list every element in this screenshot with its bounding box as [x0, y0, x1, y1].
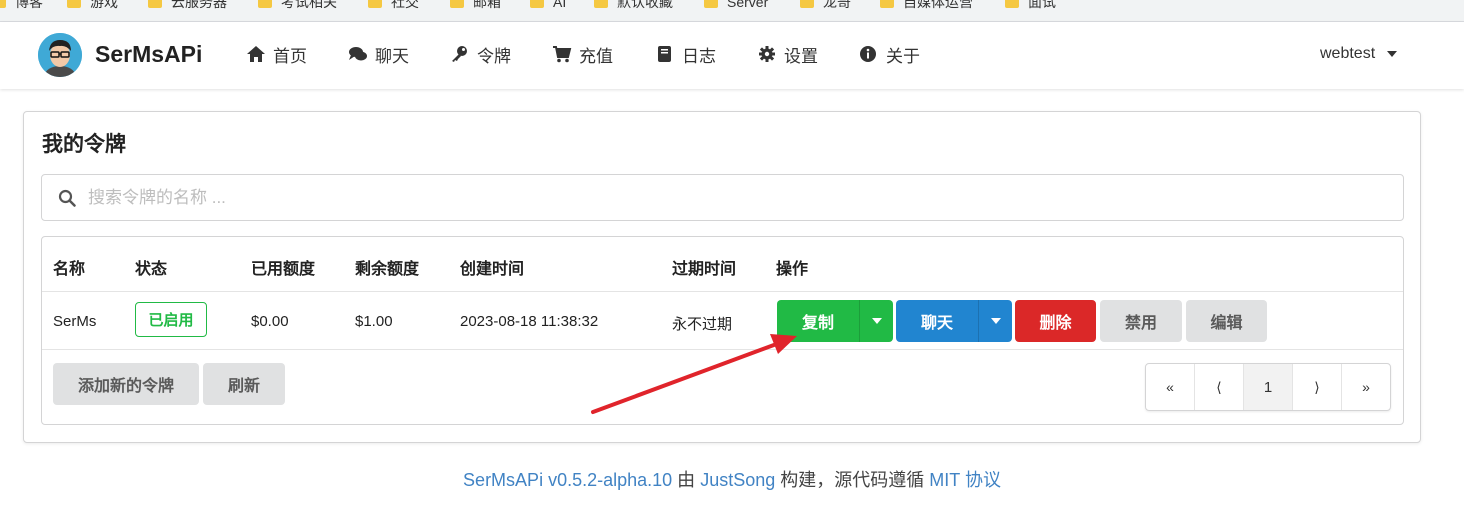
app-version-link[interactable]: SerMsAPi v0.5.2-alpha.10	[463, 470, 672, 490]
chat-icon	[349, 47, 367, 61]
created-time: 2023-08-18 11:38:32	[460, 313, 599, 330]
bookmark-item[interactable]: AI	[530, 0, 566, 12]
logo[interactable]	[38, 33, 82, 77]
nav-about[interactable]: 关于	[859, 43, 920, 66]
remaining-quota: $1.00	[355, 313, 393, 330]
search-icon	[58, 189, 76, 207]
last-page-button[interactable]: »	[1342, 364, 1390, 410]
col-name-header[interactable]: 名称	[53, 255, 85, 279]
caret-down-icon	[871, 318, 882, 324]
nav-chat[interactable]: 聊天	[348, 43, 409, 66]
page-1-button[interactable]: 1	[1244, 364, 1293, 410]
search-box[interactable]	[41, 174, 1404, 221]
pagination: « ⟨ 1 ⟩ »	[1145, 363, 1391, 411]
col-created-header[interactable]: 创建时间	[460, 255, 524, 279]
folder-icon	[1005, 0, 1019, 8]
copy-dropdown[interactable]	[859, 300, 893, 342]
delete-button[interactable]: 删除	[1015, 300, 1096, 342]
bookmark-item[interactable]: 自媒体运营	[880, 0, 973, 12]
bookmark-item[interactable]: 龙哥	[800, 0, 851, 12]
bookmark-item[interactable]: 游戏	[67, 0, 118, 12]
col-remaining-header[interactable]: 剩余额度	[355, 255, 419, 279]
bookmark-item[interactable]: 云服务器	[148, 0, 227, 12]
next-page-button[interactable]: ⟩	[1293, 364, 1342, 410]
tokens-card: 我的令牌 名称 状态 已用额度 剩余额度 创建时间 过期时间 操作 SerMs …	[23, 111, 1421, 443]
page-title: 我的令牌	[42, 133, 126, 156]
edit-button[interactable]: 编辑	[1186, 300, 1267, 342]
page-footer: SerMsAPi v0.5.2-alpha.10 由 JustSong 构建，源…	[463, 470, 1001, 490]
nav-settings[interactable]: 设置	[757, 43, 818, 66]
nav-recharge[interactable]: 充值	[552, 43, 613, 66]
prev-page-button[interactable]: ⟨	[1195, 364, 1244, 410]
nav-tokens[interactable]: 令牌	[450, 43, 511, 66]
folder-icon	[258, 0, 272, 8]
bookmark-item[interactable]: 邮箱	[450, 0, 501, 12]
table-row: SerMs 已启用 $0.00 $1.00 2023-08-18 11:38:3…	[42, 292, 1403, 350]
avatar-logo-icon	[38, 33, 82, 77]
gear-icon	[759, 46, 775, 62]
folder-icon	[530, 0, 544, 8]
cart-icon	[553, 46, 572, 63]
search-input[interactable]	[88, 187, 1288, 208]
folder-icon	[800, 0, 814, 8]
folder-icon	[704, 0, 718, 8]
brand-name[interactable]: SerMsAPi	[95, 41, 202, 68]
bookmark-item[interactable]: Server	[704, 0, 768, 12]
book-icon	[658, 46, 671, 62]
status-badge: 已启用	[135, 302, 207, 337]
table-header: 名称 状态 已用额度 剩余额度 创建时间 过期时间 操作	[42, 237, 1403, 292]
caret-down-icon	[1387, 51, 1398, 57]
folder-icon	[368, 0, 382, 8]
top-navbar: SerMsAPi 首页 聊天 令牌 充值 日志 设置 关于 webtest	[0, 22, 1464, 89]
bookmarks-bar: 博客 游戏 云服务器 考试相关 社交 邮箱 AI 默认收藏 Server 龙哥 …	[0, 0, 1464, 22]
nav-home[interactable]: 首页	[246, 43, 307, 66]
folder-icon	[67, 0, 81, 8]
folder-icon	[594, 0, 608, 8]
refresh-button[interactable]: 刷新	[203, 363, 285, 405]
user-menu[interactable]: webtest	[1320, 45, 1398, 63]
folder-icon	[148, 0, 162, 8]
folder-icon	[450, 0, 464, 8]
bookmark-item[interactable]: 博客	[0, 0, 43, 12]
add-token-button[interactable]: 添加新的令牌	[53, 363, 199, 405]
folder-icon	[0, 0, 6, 8]
col-actions-header: 操作	[776, 261, 809, 278]
folder-icon	[880, 0, 894, 8]
col-expires-header[interactable]: 过期时间	[672, 255, 736, 279]
bookmark-item[interactable]: 面试	[1005, 0, 1056, 12]
bookmark-item[interactable]: 考试相关	[258, 0, 337, 12]
col-status-header[interactable]: 状态	[135, 255, 167, 279]
used-quota: $0.00	[251, 313, 289, 330]
chat-dropdown[interactable]	[978, 300, 1012, 342]
first-page-button[interactable]: «	[1146, 364, 1195, 410]
nav-logs[interactable]: 日志	[655, 43, 716, 66]
tokens-table: 名称 状态 已用额度 剩余额度 创建时间 过期时间 操作 SerMs 已启用 $…	[41, 236, 1404, 425]
bookmark-item[interactable]: 社交	[368, 0, 419, 12]
expire-time: 永不过期	[672, 316, 733, 333]
caret-down-icon	[990, 318, 1001, 324]
token-name: SerMs	[53, 313, 97, 330]
home-icon	[247, 46, 265, 62]
license-link[interactable]: MIT 协议	[929, 470, 1001, 490]
chat-button[interactable]: 聊天	[896, 300, 1012, 342]
bookmark-item[interactable]: 默认收藏	[594, 0, 673, 12]
info-icon	[860, 46, 876, 62]
key-icon	[452, 46, 467, 62]
col-used-header[interactable]: 已用额度	[251, 255, 315, 279]
disable-button[interactable]: 禁用	[1100, 300, 1182, 342]
copy-button[interactable]: 复制	[777, 300, 893, 342]
author-link[interactable]: JustSong	[700, 470, 775, 490]
